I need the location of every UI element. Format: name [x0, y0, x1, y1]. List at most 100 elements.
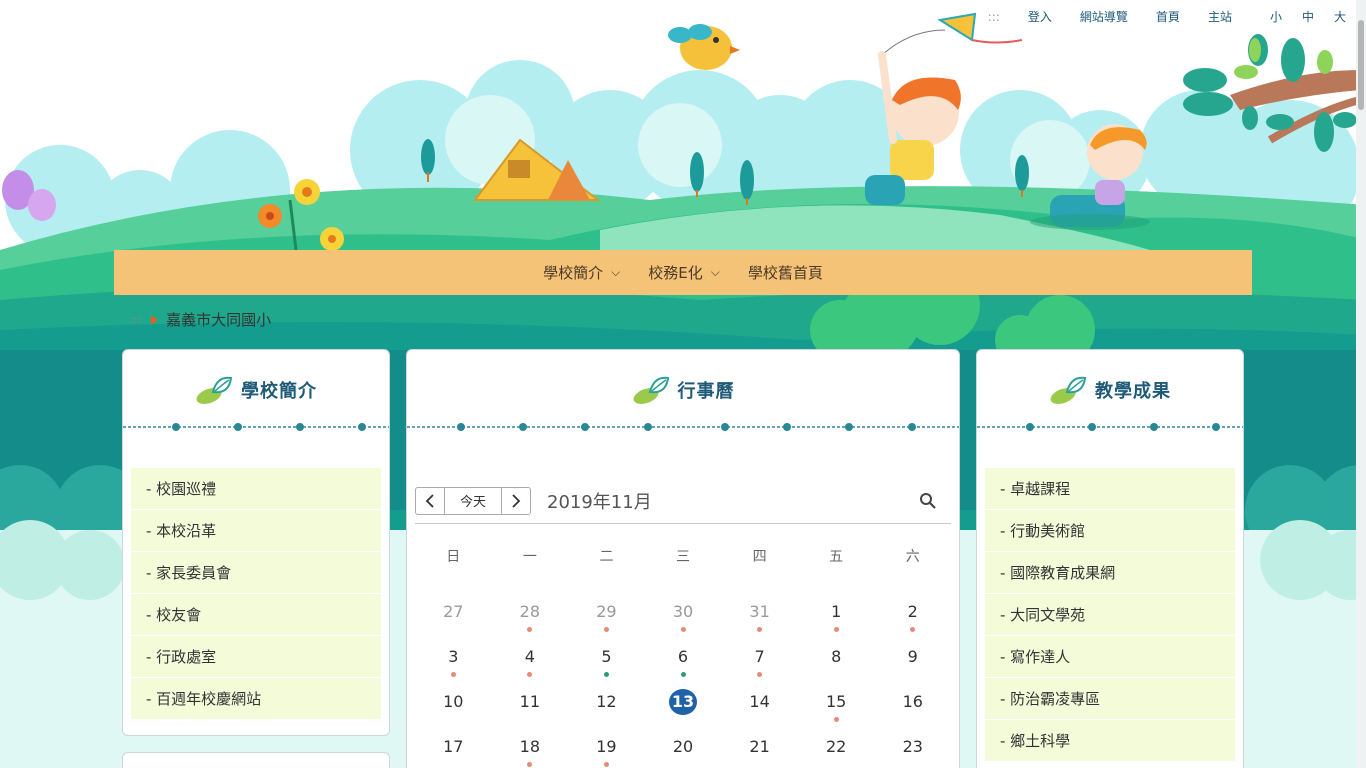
- teaching-results-links: - 卓越課程 - 行動美術館 - 國際教育成果網 - 大同文學苑 - 寫作達人 - 防治霸…: [985, 468, 1235, 762]
- login-link[interactable]: 登入: [1028, 8, 1052, 25]
- event-dot-icon: [680, 672, 686, 677]
- calendar-day[interactable]: 27: [415, 599, 492, 644]
- link-item[interactable]: - 百週年校慶網站: [131, 678, 381, 720]
- calendar-grid: 日一二三四五六 27 28 29 30 31 1 2 3 4 5 6 7 8 9 10 11 12 13 14 15 16…: [415, 546, 951, 768]
- day-number: 16: [902, 692, 923, 711]
- event-dot-icon: [757, 627, 763, 632]
- breadcrumb-dots[interactable]: :::: [130, 313, 141, 326]
- link-item[interactable]: - 國際教育成果網: [985, 552, 1235, 594]
- event-dot-icon: [757, 672, 763, 677]
- search-icon[interactable]: [919, 492, 937, 510]
- event-dot-icon: [527, 627, 533, 632]
- calendar-day[interactable]: 23: [874, 734, 951, 768]
- chevron-down-icon: ⌵: [611, 265, 621, 279]
- calendar-day[interactable]: 31: [721, 599, 798, 644]
- link-item[interactable]: - 寫作達人: [985, 636, 1235, 678]
- link-item[interactable]: - 校園巡禮: [131, 468, 381, 510]
- calendar-day[interactable]: 28: [492, 599, 569, 644]
- weekday-header-row: 日一二三四五六: [415, 546, 951, 591]
- day-number: 30: [672, 602, 694, 621]
- day-number: 3: [448, 647, 459, 666]
- home-link[interactable]: 首頁: [1156, 8, 1180, 25]
- today-button[interactable]: 今天: [444, 487, 502, 514]
- prev-month-button[interactable]: [416, 488, 444, 514]
- sitemap-link[interactable]: 網站導覽: [1080, 8, 1128, 25]
- calendar-day[interactable]: 16: [874, 689, 951, 734]
- font-size-small[interactable]: 小: [1270, 8, 1282, 25]
- accesskey-dots[interactable]: :::: [988, 10, 1000, 24]
- event-dot-icon: [603, 672, 609, 677]
- link-item[interactable]: - 大同文學苑: [985, 594, 1235, 636]
- calendar-day[interactable]: 4: [492, 644, 569, 689]
- calendar-day[interactable]: 3: [415, 644, 492, 689]
- day-number: 20: [672, 737, 694, 756]
- leaf-icon: [196, 376, 233, 404]
- calendar-day[interactable]: 7: [721, 644, 798, 689]
- day-number: 2: [907, 602, 918, 621]
- link-item[interactable]: - 防治霸凌專區: [985, 678, 1235, 720]
- link-item[interactable]: - 家長委員會: [131, 552, 381, 594]
- calendar-week-row: 17 18 19 20 21 22 23: [415, 734, 951, 768]
- link-item[interactable]: - 行政處室: [131, 636, 381, 678]
- calendar-day[interactable]: 6: [645, 644, 722, 689]
- calendar-day[interactable]: 14: [721, 689, 798, 734]
- panel-title: 行事曆: [407, 350, 959, 430]
- event-dot-icon: [910, 627, 916, 632]
- teaching-results-panel: 教學成果 - 卓越課程 - 行動美術館 - 國際教育成果網 - 大同文學苑 - 寫作達人…: [976, 349, 1244, 768]
- calendar-day[interactable]: 2: [874, 599, 951, 644]
- top-utility-bar: ::: 登入 網站導覽 首頁 主站 小 中 大: [988, 8, 1346, 25]
- weekday-label: 五: [829, 549, 844, 565]
- event-dot-icon: [603, 627, 609, 632]
- link-item[interactable]: - 鄉土科學: [985, 720, 1235, 762]
- main-site-link[interactable]: 主站: [1208, 8, 1232, 25]
- calendar-day[interactable]: 9: [874, 644, 951, 689]
- calendar-day[interactable]: 21: [721, 734, 798, 768]
- dotted-divider: [123, 423, 389, 431]
- panel-title: 學校簡介: [123, 350, 389, 430]
- day-number: 7: [754, 647, 765, 666]
- calendar-day[interactable]: 8: [798, 644, 875, 689]
- breadcrumb-arrow-icon: [151, 314, 159, 325]
- leaf-icon: [1050, 376, 1087, 404]
- day-number: 11: [519, 692, 541, 711]
- link-item[interactable]: - 校友會: [131, 594, 381, 636]
- calendar-day[interactable]: 18: [492, 734, 569, 768]
- calendar-day[interactable]: 11: [492, 689, 569, 734]
- weekday-label: 三: [676, 549, 691, 565]
- calendar-day[interactable]: 20: [645, 734, 722, 768]
- calendar-day[interactable]: 5: [568, 644, 645, 689]
- calendar-day[interactable]: 19: [568, 734, 645, 768]
- calendar-day-today[interactable]: 13: [645, 689, 722, 734]
- calendar-day[interactable]: 12: [568, 689, 645, 734]
- calendar-day[interactable]: 15: [798, 689, 875, 734]
- link-item[interactable]: - 本校沿革: [131, 510, 381, 552]
- school-intro-links: - 校園巡禮 - 本校沿革 - 家長委員會 - 校友會 - 行政處室 - 百週年校慶網站: [131, 468, 381, 720]
- font-size-medium[interactable]: 中: [1302, 8, 1314, 25]
- calendar-day[interactable]: 10: [415, 689, 492, 734]
- day-number: 14: [749, 692, 770, 711]
- calendar-week-row: 3 4 5 6 7 8 9: [415, 644, 951, 689]
- calendar-day[interactable]: 29: [568, 599, 645, 644]
- chevron-down-icon: ⌵: [710, 265, 720, 279]
- nav-item-school-intro[interactable]: 學校簡介 ⌵: [543, 262, 620, 283]
- day-number: 31: [749, 602, 770, 621]
- calendar-day[interactable]: 22: [798, 734, 875, 768]
- nav-item-school-e[interactable]: 校務E化 ⌵: [648, 262, 720, 283]
- link-item[interactable]: - 卓越課程: [985, 468, 1235, 510]
- calendar-day[interactable]: 1: [798, 599, 875, 644]
- breadcrumb-current[interactable]: 嘉義市大同國小: [166, 309, 271, 330]
- calendar-day[interactable]: 30: [645, 599, 722, 644]
- next-month-button[interactable]: [502, 488, 530, 514]
- nav-item-old-homepage[interactable]: 學校舊首頁: [748, 262, 823, 283]
- calendar-day[interactable]: 17: [415, 734, 492, 768]
- day-number: 6: [677, 647, 689, 666]
- font-size-large[interactable]: 大: [1334, 8, 1346, 25]
- chevron-left-icon: [425, 493, 434, 508]
- day-number: 15: [825, 692, 847, 711]
- link-item[interactable]: - 行動美術館: [985, 510, 1235, 552]
- event-dot-icon: [680, 627, 686, 632]
- event-dot-icon: [527, 762, 533, 767]
- weekday-label: 二: [599, 549, 614, 565]
- scrollbar-thumb: [1358, 20, 1364, 110]
- calendar-week-row: 10 11 12 13 14 15 16: [415, 689, 951, 734]
